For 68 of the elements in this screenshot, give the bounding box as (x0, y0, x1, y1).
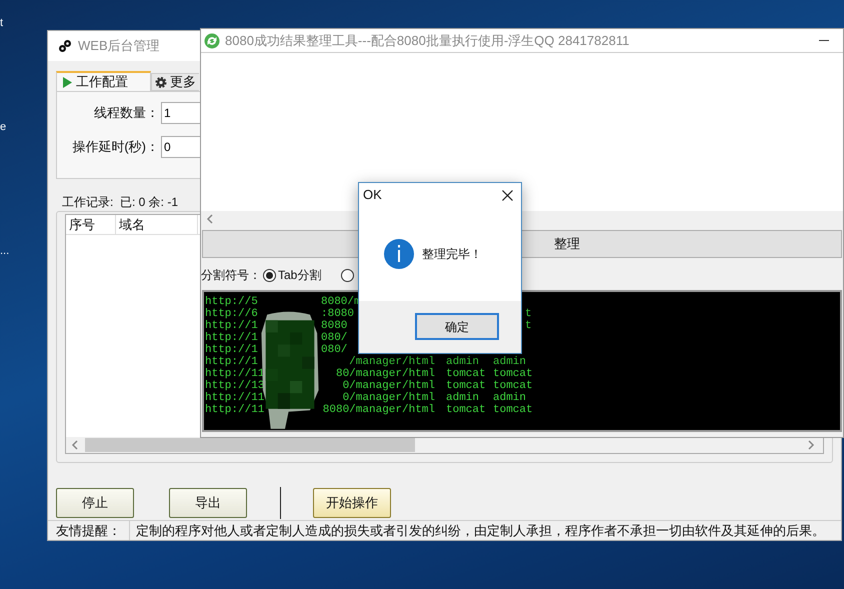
output-text: tomcat (493, 368, 533, 380)
action-button[interactable]: 开始操作 (313, 488, 391, 518)
output-text: http://11 (205, 404, 266, 416)
play-icon (63, 76, 72, 88)
output-text: 8080 (321, 320, 348, 332)
window-title: WEB后台管理 (78, 37, 160, 56)
output-text: tomcat (493, 404, 533, 416)
output-text: admin (493, 392, 526, 404)
output-text: 080/ (321, 344, 348, 356)
window-title: 8080成功结果整理工具---配合8080批量执行使用-浮生QQ 2841782811 (225, 32, 630, 50)
chain-link-icon (58, 39, 72, 53)
output-text: admin (493, 356, 526, 368)
output-text: http://5 (205, 296, 259, 308)
output-text: 8080/manager/html (322, 404, 435, 416)
output-text: admin (446, 356, 480, 368)
output-text: http://6 (205, 308, 259, 320)
column-header[interactable]: 域名 (116, 215, 198, 234)
input-field[interactable]: 0 (161, 136, 203, 158)
action-button[interactable]: 导出 (169, 488, 247, 518)
info-icon (384, 239, 414, 269)
recycle-icon (204, 32, 220, 48)
dialog-title: OK (363, 186, 382, 204)
output-text: 0/manager/html (342, 380, 435, 392)
output-text: 080/ (321, 332, 348, 344)
output-text: http://11 (205, 368, 266, 380)
status-label: 友情提醒： (48, 520, 130, 540)
column-header[interactable]: 序号 (66, 215, 116, 234)
separator-label: 分割符号： (201, 267, 261, 284)
action-button[interactable]: 停止 (56, 488, 134, 518)
tab[interactable]: 更多 (151, 73, 199, 91)
input-field[interactable]: 1 (161, 102, 203, 124)
output-text: /manager/html (349, 356, 435, 368)
field-label: 线程数量： (93, 104, 159, 122)
settings-icon (155, 76, 167, 88)
output-text: tomcat (446, 404, 487, 416)
desktop-icon-label[interactable]: t (0, 16, 4, 30)
output-text: admin (446, 392, 480, 404)
output-text: tomcat (446, 368, 487, 380)
field-label: 操作延时(秒)： (71, 138, 159, 156)
output-text: http://1 (205, 356, 259, 368)
horizontal-scrollbar[interactable] (66, 437, 823, 453)
output-text: tomcat (493, 380, 533, 392)
scroll-thumb[interactable] (85, 438, 415, 452)
output-text: http://13 (205, 380, 266, 392)
tab[interactable]: 工作配置 (56, 71, 151, 91)
radio-button[interactable] (341, 268, 354, 282)
desktop-icon-label[interactable]: ... (0, 244, 10, 258)
radio-label[interactable]: Tab分割 (278, 266, 322, 284)
scroll-left-icon[interactable] (206, 214, 214, 224)
output-text: http://1 (205, 320, 259, 332)
close-icon[interactable] (502, 190, 513, 200)
output-text: http://1 (205, 332, 259, 344)
scroll-left-icon[interactable] (71, 440, 79, 450)
work-log-status: 工作记录: 已: 0 余: -1 (62, 194, 178, 211)
output-text: :8080 (321, 308, 354, 320)
output-text: http://11 (205, 392, 266, 404)
ok-button[interactable]: 确定 (415, 313, 499, 340)
status-message: 定制的程序对他人或者定制人造成的损失或者引发的纠纷，由定制人承担，程序作者不承担一切由软件及其延伸的后果。 (135, 522, 826, 540)
output-text: 80/manager/html (336, 368, 435, 380)
minimize-icon[interactable] (819, 40, 829, 42)
output-text: t (525, 320, 532, 332)
output-text: http://1 (205, 344, 259, 356)
scroll-right-icon[interactable] (807, 440, 815, 450)
output-text: 0/manager/html (342, 392, 435, 404)
output-text: t (525, 308, 532, 320)
desktop-icon-label[interactable]: e (0, 120, 6, 134)
radio-button[interactable] (263, 268, 276, 282)
output-text: tomcat (446, 380, 487, 392)
